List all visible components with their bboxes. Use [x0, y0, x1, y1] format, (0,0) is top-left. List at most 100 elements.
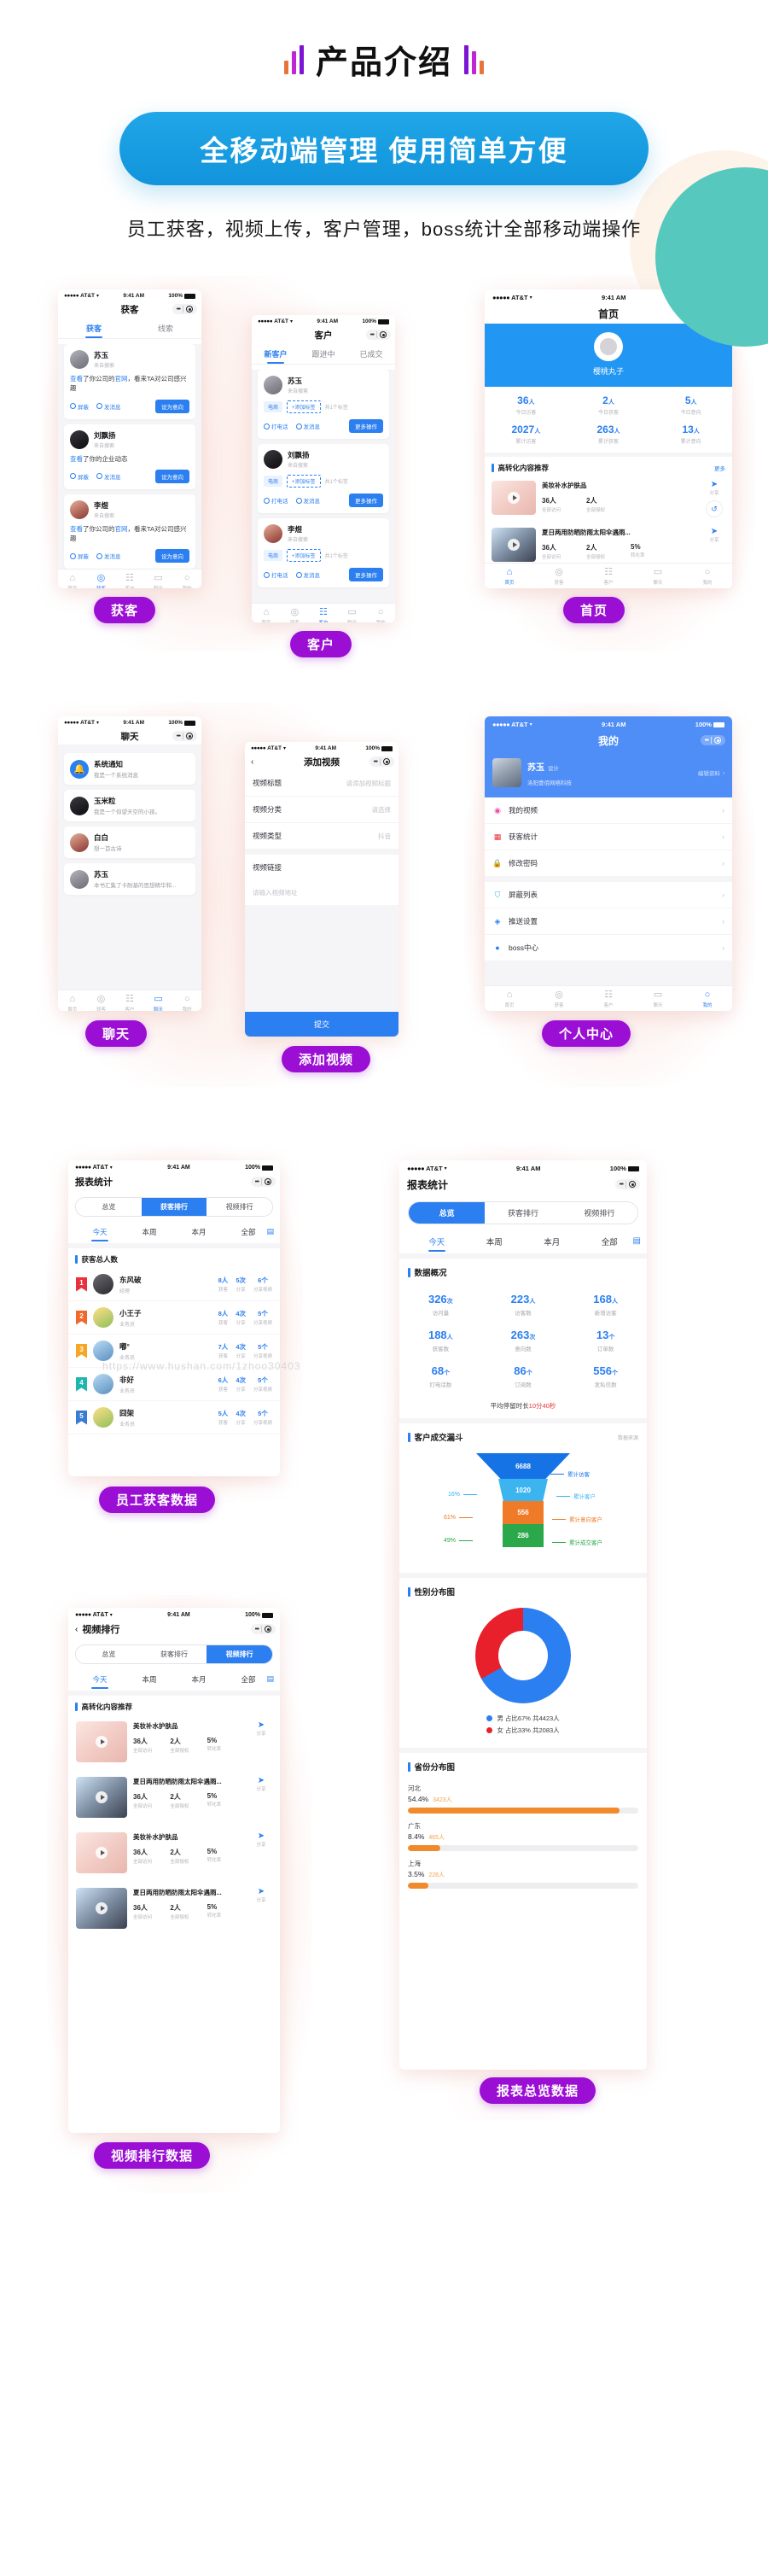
video-list-item[interactable]: 夏日两用防晒防雨太阳伞遇雨... 36人 全部访问 2人 全部授权 5% 转化率 ➤ 分… [68, 1771, 280, 1826]
calendar-icon[interactable]: ▤ [266, 1674, 274, 1684]
field-video-title[interactable]: 视频标题 请添加视频标题 [245, 770, 399, 797]
more-actions-button[interactable]: 更多操作 [349, 419, 383, 433]
video-list-item[interactable]: 夏日两用防晒防雨太阳伞遇雨... 36人 全部访问 2人 全部授权 5% 转化率 ➤ 分… [68, 1882, 280, 1937]
target-icon[interactable] [186, 733, 193, 739]
return-icon[interactable]: ↺ [706, 500, 723, 517]
tag-chip[interactable]: 电商 [264, 476, 283, 487]
tabbar-item-shouye[interactable]: ⌂首页 [252, 607, 281, 622]
video-thumbnail[interactable] [492, 481, 536, 515]
list-item[interactable]: 苏玉 来自搜索 查看了你公司的官网，看来TA对公司感兴趣 屏蔽 发消息 设为意向 [64, 344, 195, 419]
more-dots-icon[interactable]: ••• [705, 738, 709, 744]
tabbar-item-liaotian[interactable]: ▭聊天 [144, 994, 173, 1011]
date-tab-week[interactable]: 本周 [466, 1231, 524, 1253]
tag-chip[interactable]: 电商 [264, 401, 283, 412]
tabbar-item-wode[interactable]: ○我的 [172, 994, 201, 1011]
target-icon[interactable] [186, 306, 193, 313]
back-icon[interactable]: ‹ [251, 757, 253, 767]
share-icon[interactable]: ➤ [703, 481, 725, 489]
segment-zonglan[interactable]: 总览 [409, 1202, 486, 1224]
video-thumbnail[interactable] [76, 1777, 127, 1818]
date-tab-today[interactable]: 今天 [408, 1231, 466, 1253]
menu-item-password[interactable]: 🔒 修改密码 › [485, 850, 732, 877]
tabbar-item-kehu[interactable]: ☷客户 [584, 990, 633, 1008]
menu-item-blocklist[interactable]: ⛉ 屏蔽列表 › [485, 882, 732, 908]
more-actions-button[interactable]: 更多操作 [349, 568, 383, 581]
call-action[interactable]: 打电话 [264, 570, 288, 579]
tabbar-item-wode[interactable]: ○我的 [683, 567, 732, 586]
tabbar-item-shouye[interactable]: ⌂首页 [485, 567, 534, 586]
video-link-input[interactable]: 请输入视频地址 [245, 880, 399, 905]
set-intent-button[interactable]: 设为意向 [155, 549, 189, 564]
tabbar-item-huoke[interactable]: ◎获客 [281, 607, 310, 622]
submit-button[interactable]: 提交 [245, 1012, 399, 1037]
video-thumbnail[interactable] [76, 1888, 127, 1929]
share-icon[interactable]: ➤ [703, 528, 725, 536]
mini-program-capsule[interactable]: ••• [172, 731, 197, 741]
message-action[interactable]: 发消息 [96, 402, 121, 411]
calendar-icon[interactable]: ▤ [266, 1227, 274, 1236]
mini-program-capsule[interactable]: ••• [172, 304, 197, 314]
more-dots-icon[interactable]: ••• [370, 332, 375, 338]
mini-program-capsule[interactable]: ••• [700, 735, 725, 745]
tab-xiansuo[interactable]: 线索 [130, 318, 201, 338]
tabbar-item-shouye[interactable]: ⌂首页 [485, 990, 534, 1008]
field-video-type[interactable]: 视频类型 抖音 [245, 823, 399, 850]
target-icon[interactable] [265, 1178, 271, 1185]
segment-zonglan[interactable]: 总览 [76, 1645, 142, 1663]
mini-program-capsule[interactable]: ••• [369, 756, 394, 767]
more-dots-icon[interactable]: ••• [177, 307, 181, 313]
segment-video-rank[interactable]: 视频排行 [207, 1198, 272, 1216]
block-action[interactable]: 屏蔽 [70, 552, 89, 560]
video-list-item[interactable]: 夏日两用防晒防雨太阳伞遇雨... 36人 全部访问 2人 全部授权 5% 转化率 ➤ … [485, 523, 732, 568]
message-action[interactable]: 发消息 [96, 552, 121, 560]
segment-huoke-rank[interactable]: 获客排行 [141, 1198, 207, 1216]
tabbar-item-kehu[interactable]: ☷客户 [584, 567, 633, 586]
field-video-category[interactable]: 视频分类 请选择 [245, 797, 399, 823]
mini-program-capsule[interactable]: ••• [365, 330, 391, 340]
segment-video-rank[interactable]: 视频排行 [561, 1202, 637, 1224]
mini-program-capsule[interactable]: ••• [614, 1179, 640, 1189]
video-list-item[interactable]: 美妆补水护肤品 36人 全部访问 2人 全部授权 5% 转化率 ➤ 分享 [68, 1715, 280, 1771]
profile-banner[interactable]: 苏玉 设计 洛阳壹佰网络科技 编辑资料 › [485, 751, 732, 797]
block-action[interactable]: 屏蔽 [70, 472, 89, 481]
tabbar-item-wode[interactable]: ○我的 [366, 607, 395, 622]
call-action[interactable]: 打电话 [264, 422, 288, 430]
share-icon[interactable]: ➤ [250, 1721, 272, 1730]
tabbar-item-wode[interactable]: ○我的 [172, 573, 201, 588]
target-icon[interactable] [714, 737, 721, 744]
mini-program-capsule[interactable]: ••• [250, 1624, 276, 1634]
menu-item-my-videos[interactable]: ◉ 我的视频 › [485, 797, 732, 824]
more-actions-button[interactable]: 更多操作 [349, 494, 383, 507]
tabbar-item-shouye[interactable]: ⌂首页 [58, 994, 87, 1011]
date-tab-week[interactable]: 本周 [125, 1670, 174, 1691]
tabbar-item-huoke[interactable]: ◎获客 [87, 994, 116, 1011]
target-icon[interactable] [629, 1181, 636, 1188]
more-dots-icon[interactable]: ••• [374, 759, 378, 765]
set-intent-button[interactable]: 设为意向 [155, 399, 189, 413]
tab-xinkehu[interactable]: 新客户 [252, 343, 300, 364]
calendar-icon[interactable]: ▤ [633, 1236, 641, 1246]
tabbar-item-liaotian[interactable]: ▭聊天 [633, 567, 683, 586]
date-tab-month[interactable]: 本月 [174, 1223, 224, 1243]
table-row[interactable]: 5 囧架 业务员 5人 获客 4次 分享 5个 分享视频 [68, 1401, 280, 1434]
add-tag-button[interactable]: +添加标签 [287, 475, 321, 488]
more-link[interactable]: 更多 [714, 464, 725, 472]
date-tab-month[interactable]: 本月 [523, 1231, 581, 1253]
video-thumbnail[interactable] [492, 528, 536, 562]
message-action[interactable]: 发消息 [295, 422, 320, 430]
edit-profile-link[interactable]: 编辑资料 › [698, 768, 724, 778]
tabbar-item-liaotian[interactable]: ▭聊天 [633, 990, 683, 1008]
menu-item-boss[interactable]: ● boss中心 › [485, 935, 732, 961]
tab-yichengjiao[interactable]: 已成交 [347, 343, 395, 364]
share-icon[interactable]: ➤ [250, 1777, 272, 1785]
add-tag-button[interactable]: +添加标签 [287, 549, 321, 562]
back-icon[interactable]: ‹ [75, 1625, 78, 1634]
list-item[interactable]: 玉米粒 我是一个仰望天空的小孩。 [64, 790, 195, 821]
table-row[interactable]: 1 东风破 经理 8人 获客 5次 分享 6个 分享视频 [68, 1268, 280, 1301]
more-dots-icon[interactable]: ••• [255, 1179, 259, 1185]
list-item[interactable]: 刘飘扬 来自搜索 查看了你的企业动态 屏蔽 发消息 设为意向 [64, 423, 195, 489]
list-item[interactable]: 李煜 来自搜索 电商 +添加标签 共1个标签 打电话 发消息 更多操作 [258, 518, 389, 587]
segment-huoke-rank[interactable]: 获客排行 [485, 1202, 561, 1224]
tabbar-item-kehu[interactable]: ☷客户 [115, 994, 144, 1011]
share-icon[interactable]: ➤ [250, 1888, 272, 1896]
